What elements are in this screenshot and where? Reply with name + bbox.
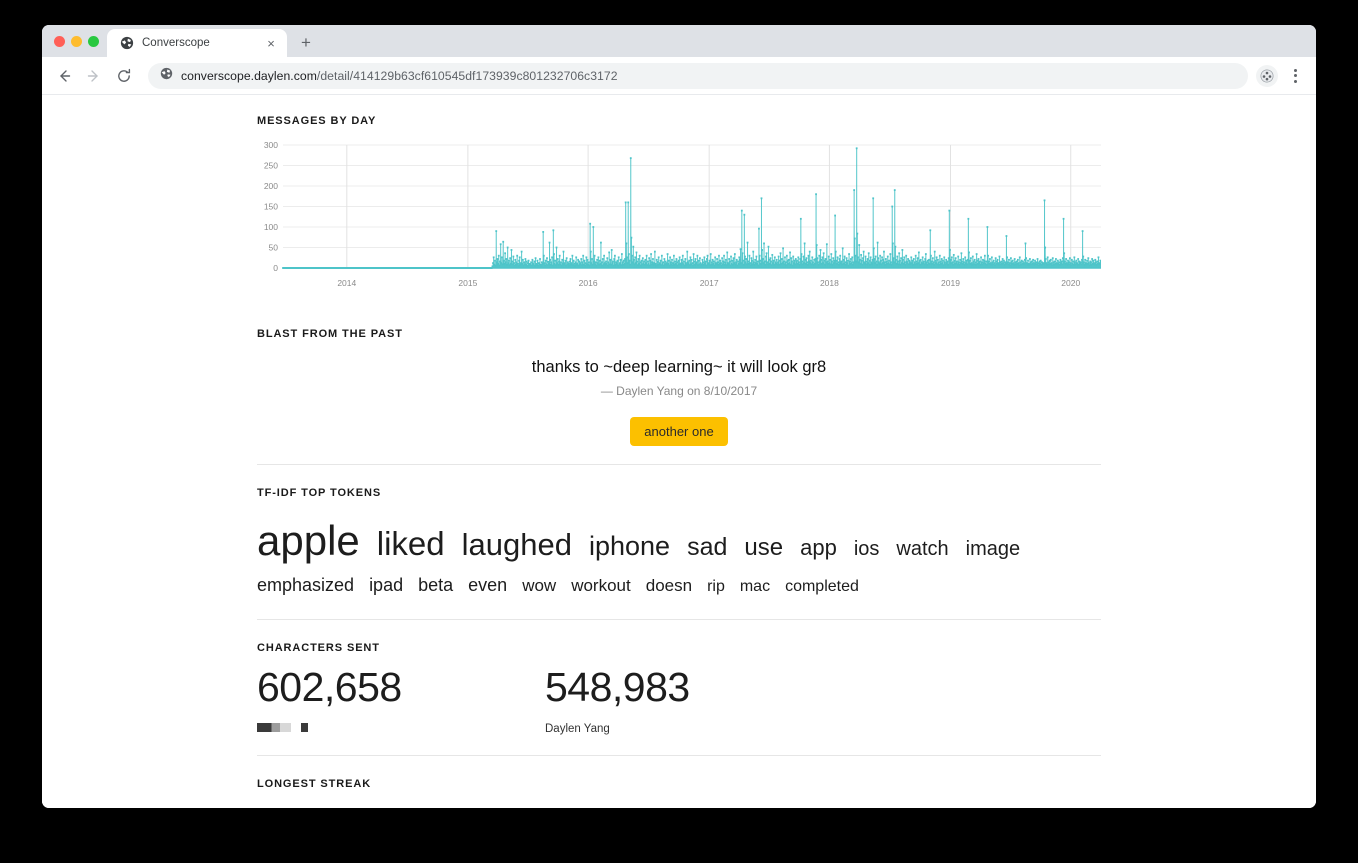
longest-streak-section: LONGEST STREAK 59 days, ending on 2017-0… (257, 756, 1101, 808)
globe-icon (119, 36, 134, 51)
x-axis-tick-label: 2015 (458, 278, 477, 288)
tfidf-token-2[interactable]: beta (418, 575, 453, 596)
page-viewport: MESSAGES BY DAY 0 50 100 150 200 250 300 2014 20… (42, 95, 1316, 808)
y-axis-tick-label: 250 (264, 161, 278, 171)
tfidf-token-8[interactable]: watch (896, 538, 948, 561)
tab-title: Converscope (142, 37, 255, 49)
another-one-button[interactable]: another one (630, 417, 727, 446)
characters-sent-entry-0: 602,658 (257, 666, 545, 735)
page-content: MESSAGES BY DAY 0 50 100 150 200 250 300 2014 20… (257, 95, 1101, 808)
x-axis-tick-label: 2016 (579, 278, 598, 288)
menu-dot (1294, 80, 1297, 83)
tfidf-top-tokens-section: TF-IDF TOP TOKENS apple liked laughed iphon… (257, 465, 1101, 619)
y-axis-tick-label: 300 (264, 140, 278, 150)
profile-avatar-icon[interactable] (1256, 65, 1278, 87)
address-bar[interactable]: converscope.daylen.com/detail/414129b63c… (148, 63, 1248, 89)
redaction-block (301, 723, 308, 732)
url-host: converscope.daylen.com (181, 69, 317, 83)
browser-tab[interactable]: Converscope × (107, 29, 287, 57)
characters-sent-columns: 602,658548,983 Daylen Yang (257, 666, 1101, 735)
browser-window: Converscope × + (42, 25, 1316, 808)
tfidf-token-3[interactable]: even (468, 575, 507, 596)
tfidf-token-3[interactable]: iphone (589, 531, 670, 562)
window-minimize-button[interactable] (71, 36, 82, 47)
redacted-name (257, 723, 308, 732)
tab-strip: Converscope × + (42, 25, 1316, 57)
messages-by-day-chart: 0 50 100 150 200 250 300 2014 2015 2016 2017 2018 20… (257, 137, 1101, 302)
tfidf-token-7[interactable]: rip (707, 578, 725, 596)
forward-arrow-icon[interactable] (80, 62, 108, 90)
window-close-button[interactable] (54, 36, 65, 47)
url-path: /detail/414129b63cf610545df173939c801232… (317, 69, 618, 83)
reload-icon[interactable] (110, 62, 138, 90)
tfidf-token-4[interactable]: wow (522, 576, 556, 596)
x-axis-tick-label: 2017 (700, 278, 719, 288)
y-axis-tick-label: 150 (264, 202, 278, 212)
browser-toolbar: converscope.daylen.com/detail/414129b63c… (42, 57, 1316, 95)
close-icon[interactable]: × (263, 35, 279, 51)
y-axis-tick-label: 50 (269, 243, 279, 253)
y-axis-tick-label: 100 (264, 222, 278, 232)
x-axis-tick-label: 2018 (820, 278, 839, 288)
section-label-characters-sent: CHARACTERS SENT (257, 642, 1101, 654)
token-row-secondary: emphasized ipad beta evenwow workout doesn rip… (257, 575, 1101, 596)
characters-sent-section: CHARACTERS SENT 602,658548,983 Daylen Yan… (257, 620, 1101, 755)
x-axis-tick-label: 2019 (941, 278, 960, 288)
blast-attribution: — Daylen Yang on 8/10/2017 (257, 384, 1101, 398)
tfidf-token-1[interactable]: ipad (369, 575, 403, 596)
chart-svg: 0 50 100 150 200 250 300 2014 2015 2016 2017 2018 20… (257, 137, 1101, 302)
tfidf-token-1[interactable]: liked (377, 525, 445, 563)
window-maximize-button[interactable] (88, 36, 99, 47)
new-tab-button[interactable]: + (293, 29, 319, 55)
section-label-blast: BLAST FROM THE PAST (257, 328, 1101, 340)
section-label-longest-streak: LONGEST STREAK (257, 778, 1101, 790)
tfidf-token-8[interactable]: mac (740, 578, 770, 596)
longest-streak-value: 59 (257, 804, 1101, 808)
tfidf-token-9[interactable]: image (966, 538, 1020, 561)
tfidf-token-6[interactable]: app (800, 535, 837, 560)
characters-sent-value: 602,658 (257, 666, 545, 709)
tfidf-token-0[interactable]: apple (257, 517, 360, 565)
y-axis-tick-label: 200 (264, 181, 278, 191)
menu-dot (1294, 74, 1297, 77)
tfidf-token-2[interactable]: laughed (462, 527, 572, 563)
redaction-block (257, 723, 291, 732)
characters-sent-name: Daylen Yang (545, 723, 833, 735)
characters-sent-value: 548,983 (545, 666, 833, 709)
tfidf-token-5[interactable]: use (744, 534, 783, 562)
blast-from-the-past-section: BLAST FROM THE PAST thanks to ~deep lear… (257, 302, 1101, 464)
x-axis-tick-label: 2014 (337, 278, 356, 288)
section-label-messages-by-day: MESSAGES BY DAY (257, 115, 1101, 127)
tfidf-token-6[interactable]: doesn (646, 576, 692, 596)
tfidf-token-9[interactable]: completed (785, 578, 859, 596)
tfidf-token-5[interactable]: workout (571, 576, 631, 596)
site-info-globe-icon[interactable] (160, 67, 173, 85)
characters-sent-entry-1: 548,983 Daylen Yang (545, 666, 833, 735)
chart-stems (492, 148, 1101, 268)
tfidf-token-0[interactable]: emphasized (257, 575, 354, 596)
x-axis-tick-label: 2020 (1061, 278, 1080, 288)
three-dot-menu-icon[interactable] (1284, 63, 1306, 89)
token-row-primary: apple liked laughed iphone saduseappios watch… (257, 517, 1101, 565)
tfidf-token-4[interactable]: sad (687, 533, 727, 562)
chart-area-fill (283, 148, 1101, 268)
blast-quote-text: thanks to ~deep learning~ it will look g… (257, 358, 1101, 377)
url-text[interactable]: converscope.daylen.com/detail/414129b63c… (181, 69, 618, 83)
messages-by-day-section: MESSAGES BY DAY 0 50 100 150 200 250 300 2014 20… (257, 95, 1101, 302)
menu-dot (1294, 69, 1297, 72)
window-traffic-lights (52, 25, 107, 57)
characters-sent-name-redacted (257, 723, 545, 735)
section-label-tfidf: TF-IDF TOP TOKENS (257, 487, 1101, 499)
tfidf-token-7[interactable]: ios (854, 538, 880, 561)
back-arrow-icon[interactable] (50, 62, 78, 90)
y-axis-tick-label: 0 (273, 263, 278, 273)
